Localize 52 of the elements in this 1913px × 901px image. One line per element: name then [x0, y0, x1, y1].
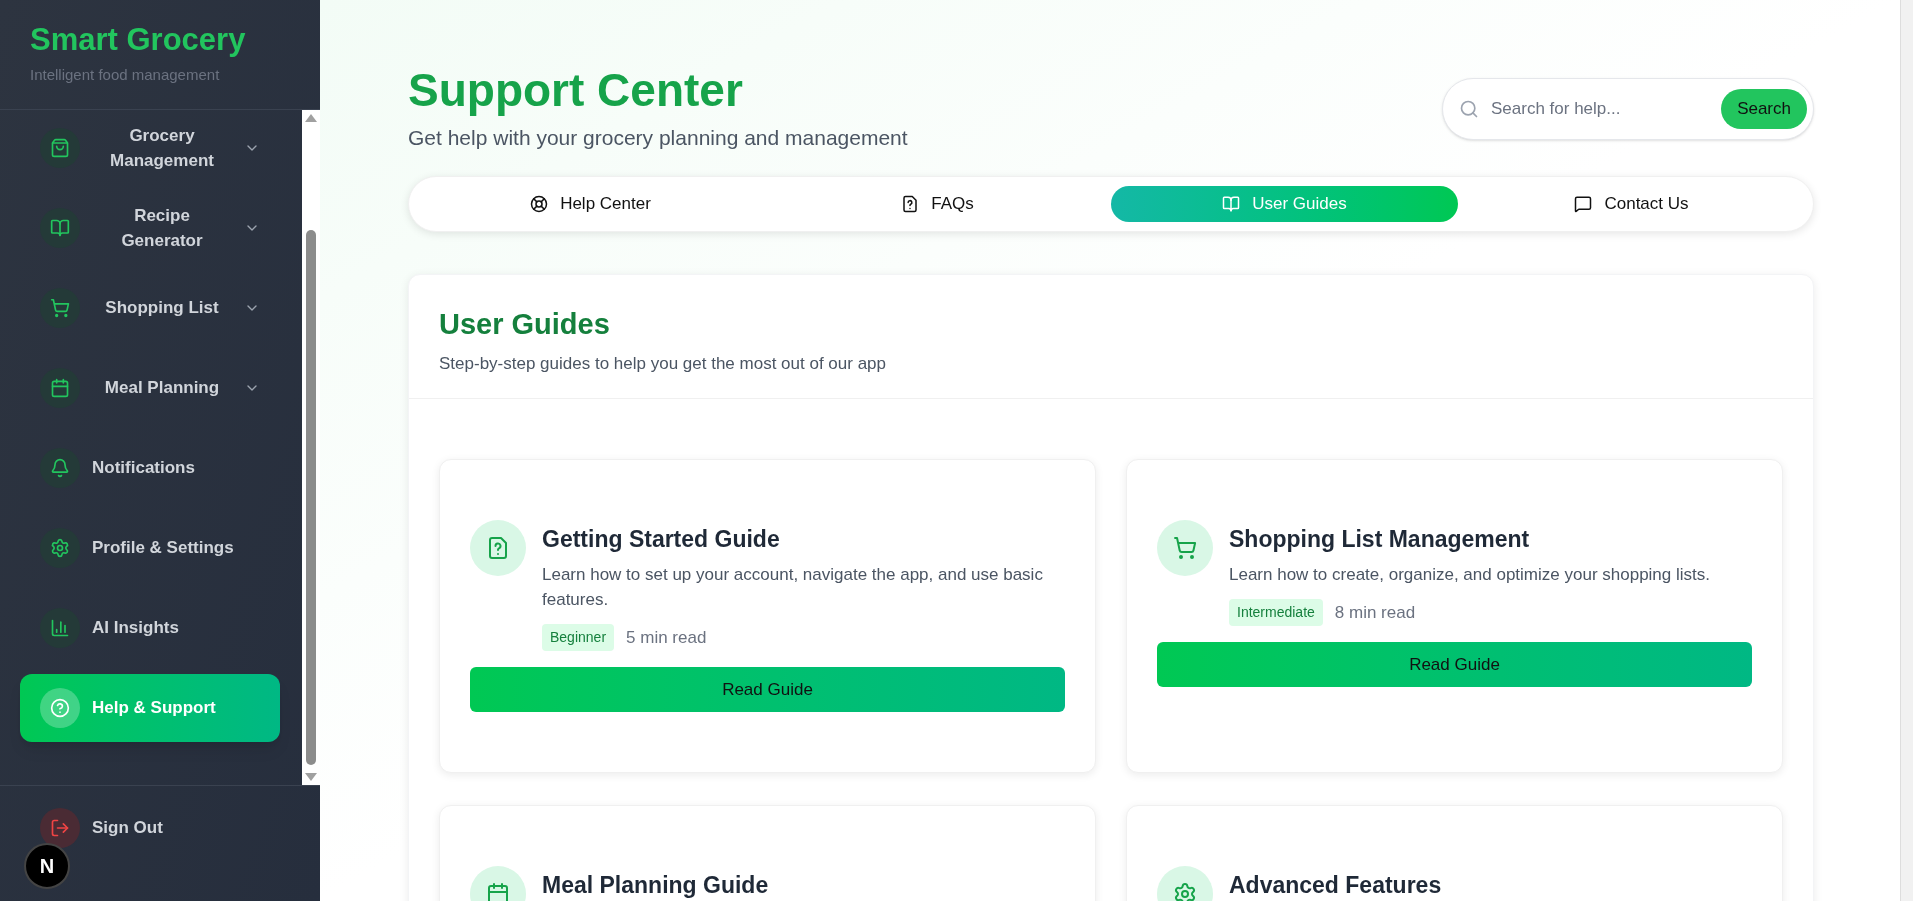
read-time: 8 min read — [1334, 601, 1416, 624]
help-icon — [50, 697, 70, 718]
book-icon — [50, 217, 70, 238]
sign-out-button[interactable]: Sign Out — [92, 814, 163, 841]
scrollbar[interactable] — [302, 109, 320, 785]
cart-icon — [1173, 536, 1197, 560]
read-guide-button[interactable]: Read Guide — [470, 667, 1065, 712]
search-field[interactable]: Search for help... Search — [1442, 78, 1814, 140]
search-icon — [1459, 99, 1479, 119]
settings-icon — [50, 537, 70, 558]
tab[interactable]: Contact Us — [1458, 185, 1805, 222]
search-button[interactable]: Search — [1721, 89, 1807, 129]
nav-item[interactable]: Meal Planning — [20, 353, 280, 422]
chat-icon — [1574, 194, 1593, 213]
logout-icon — [50, 817, 70, 838]
guide-description: Learn how to create, organize, and optimize your shopping lists. — [1229, 564, 1710, 586]
nav-item[interactable]: Profile & Settings — [20, 513, 280, 582]
page-subtitle: Get help with your grocery planning and management — [408, 125, 908, 151]
cart-icon — [50, 297, 70, 318]
read-time: 5 min read — [626, 626, 707, 649]
nav-item[interactable]: Recipe Generator — [20, 193, 280, 262]
calendar-icon — [50, 377, 70, 398]
guide-title: Advanced Features — [1229, 871, 1442, 900]
section-title: User Guides — [439, 306, 611, 342]
guide-title: Getting Started Guide — [542, 525, 781, 554]
tab[interactable]: FAQs — [764, 185, 1111, 222]
nav-item[interactable]: AI Insights — [20, 593, 280, 662]
question-file-icon — [486, 536, 510, 560]
nav-item[interactable]: Shopping List — [20, 273, 280, 342]
question-file-icon — [901, 194, 920, 213]
brand-title: Smart Grocery — [30, 21, 247, 59]
guide-title: Shopping List Management — [1229, 525, 1531, 554]
calendar-icon — [486, 882, 510, 901]
nav-item[interactable]: Notifications — [20, 433, 280, 502]
section-subtitle: Step-by-step guides to help you get the most out of our app — [439, 352, 887, 375]
bag-icon — [50, 137, 70, 158]
tab[interactable]: Help Center — [417, 185, 764, 222]
guide-title: Meal Planning Guide — [542, 871, 769, 900]
page-scrollbar[interactable] — [1900, 0, 1913, 901]
nav-item[interactable]: Grocery Management — [20, 113, 280, 182]
level-tag: Intermediate — [1229, 599, 1323, 626]
read-guide-button[interactable]: Read Guide — [1157, 642, 1752, 687]
lifebuoy-icon — [530, 194, 549, 213]
brand-subtitle: Intelligent food management — [30, 65, 221, 85]
page-title: Support Center — [408, 63, 744, 118]
guide-description: Learn how to set up your account, navigate the app, and use basic features. — [542, 564, 1044, 611]
book-icon — [1222, 194, 1241, 213]
bell-icon — [50, 457, 70, 478]
settings-icon — [1173, 882, 1197, 901]
level-tag: Beginner — [542, 624, 615, 651]
dev-badge[interactable]: N — [24, 843, 70, 889]
bar-chart-icon — [50, 617, 70, 638]
